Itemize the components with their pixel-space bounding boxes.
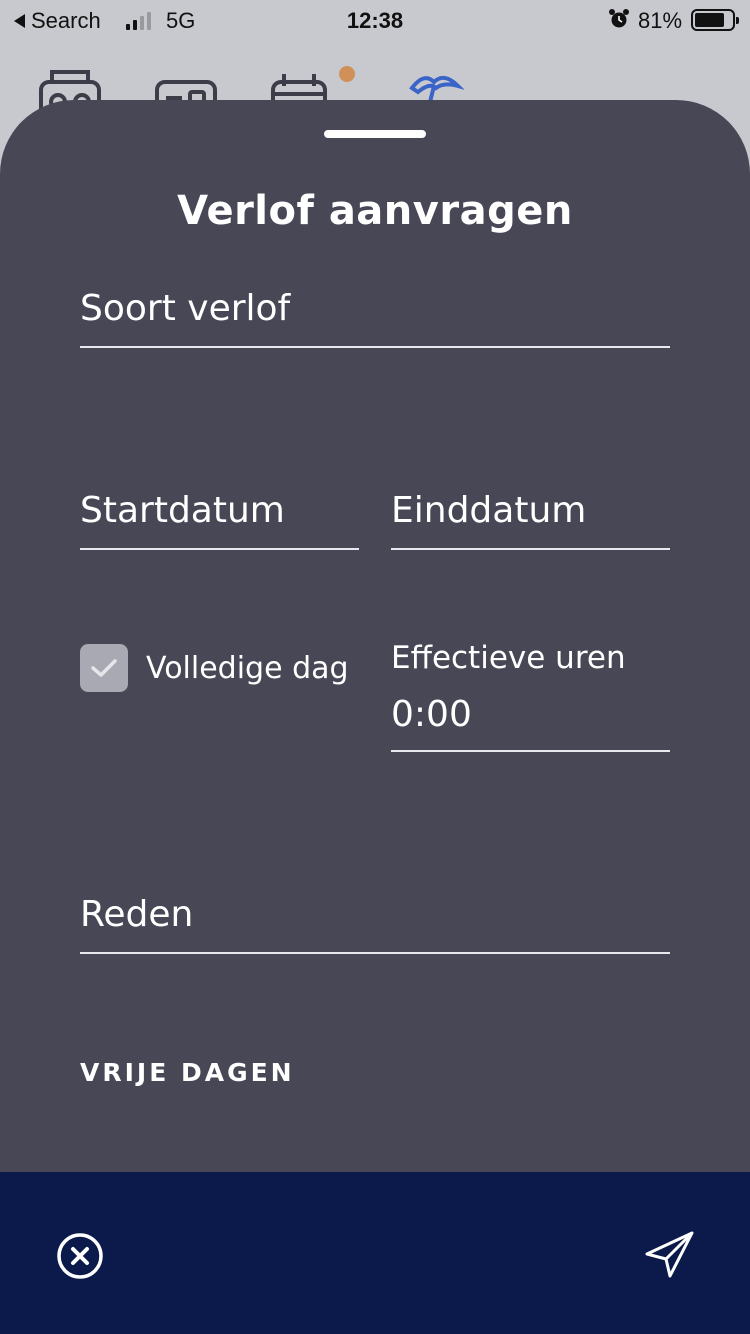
paper-plane-icon[interactable] — [644, 1230, 696, 1280]
start-date-field[interactable]: Startdatum — [80, 482, 359, 550]
end-date-field[interactable]: Einddatum — [391, 482, 670, 550]
free-days-heading: VRIJE DAGEN — [80, 1058, 295, 1087]
full-day-option[interactable]: Volledige dag — [80, 644, 349, 692]
alarm-icon — [609, 9, 629, 28]
battery-percent: 81% — [638, 8, 683, 33]
sheet-grabber[interactable] — [324, 130, 426, 138]
start-date-label: Startdatum — [80, 490, 285, 531]
end-date-label: Einddatum — [391, 490, 587, 531]
effective-hours-value: 0:00 — [391, 694, 472, 735]
leave-type-label: Soort verlof — [80, 288, 291, 329]
battery-icon — [691, 9, 739, 31]
effective-hours-field[interactable]: Effectieve uren 0:00 — [391, 638, 670, 752]
full-day-checkbox[interactable] — [80, 644, 128, 692]
leave-type-field[interactable]: Soort verlof — [80, 280, 670, 348]
reason-field[interactable]: Reden — [80, 886, 670, 954]
close-circle-icon[interactable] — [56, 1232, 104, 1280]
checkmark-icon — [91, 659, 117, 677]
reason-label: Reden — [80, 894, 194, 935]
leave-request-sheet: Verlof aanvragen Soort verlof Startdatum… — [0, 100, 750, 1172]
notification-badge — [339, 66, 355, 82]
bottom-action-bar — [0, 1172, 750, 1334]
page-title: Verlof aanvragen — [177, 188, 573, 234]
full-day-label: Volledige dag — [146, 650, 349, 686]
status-bar: Search 5G 12:38 81% — [0, 0, 750, 44]
effective-hours-label: Effectieve uren — [391, 640, 626, 676]
